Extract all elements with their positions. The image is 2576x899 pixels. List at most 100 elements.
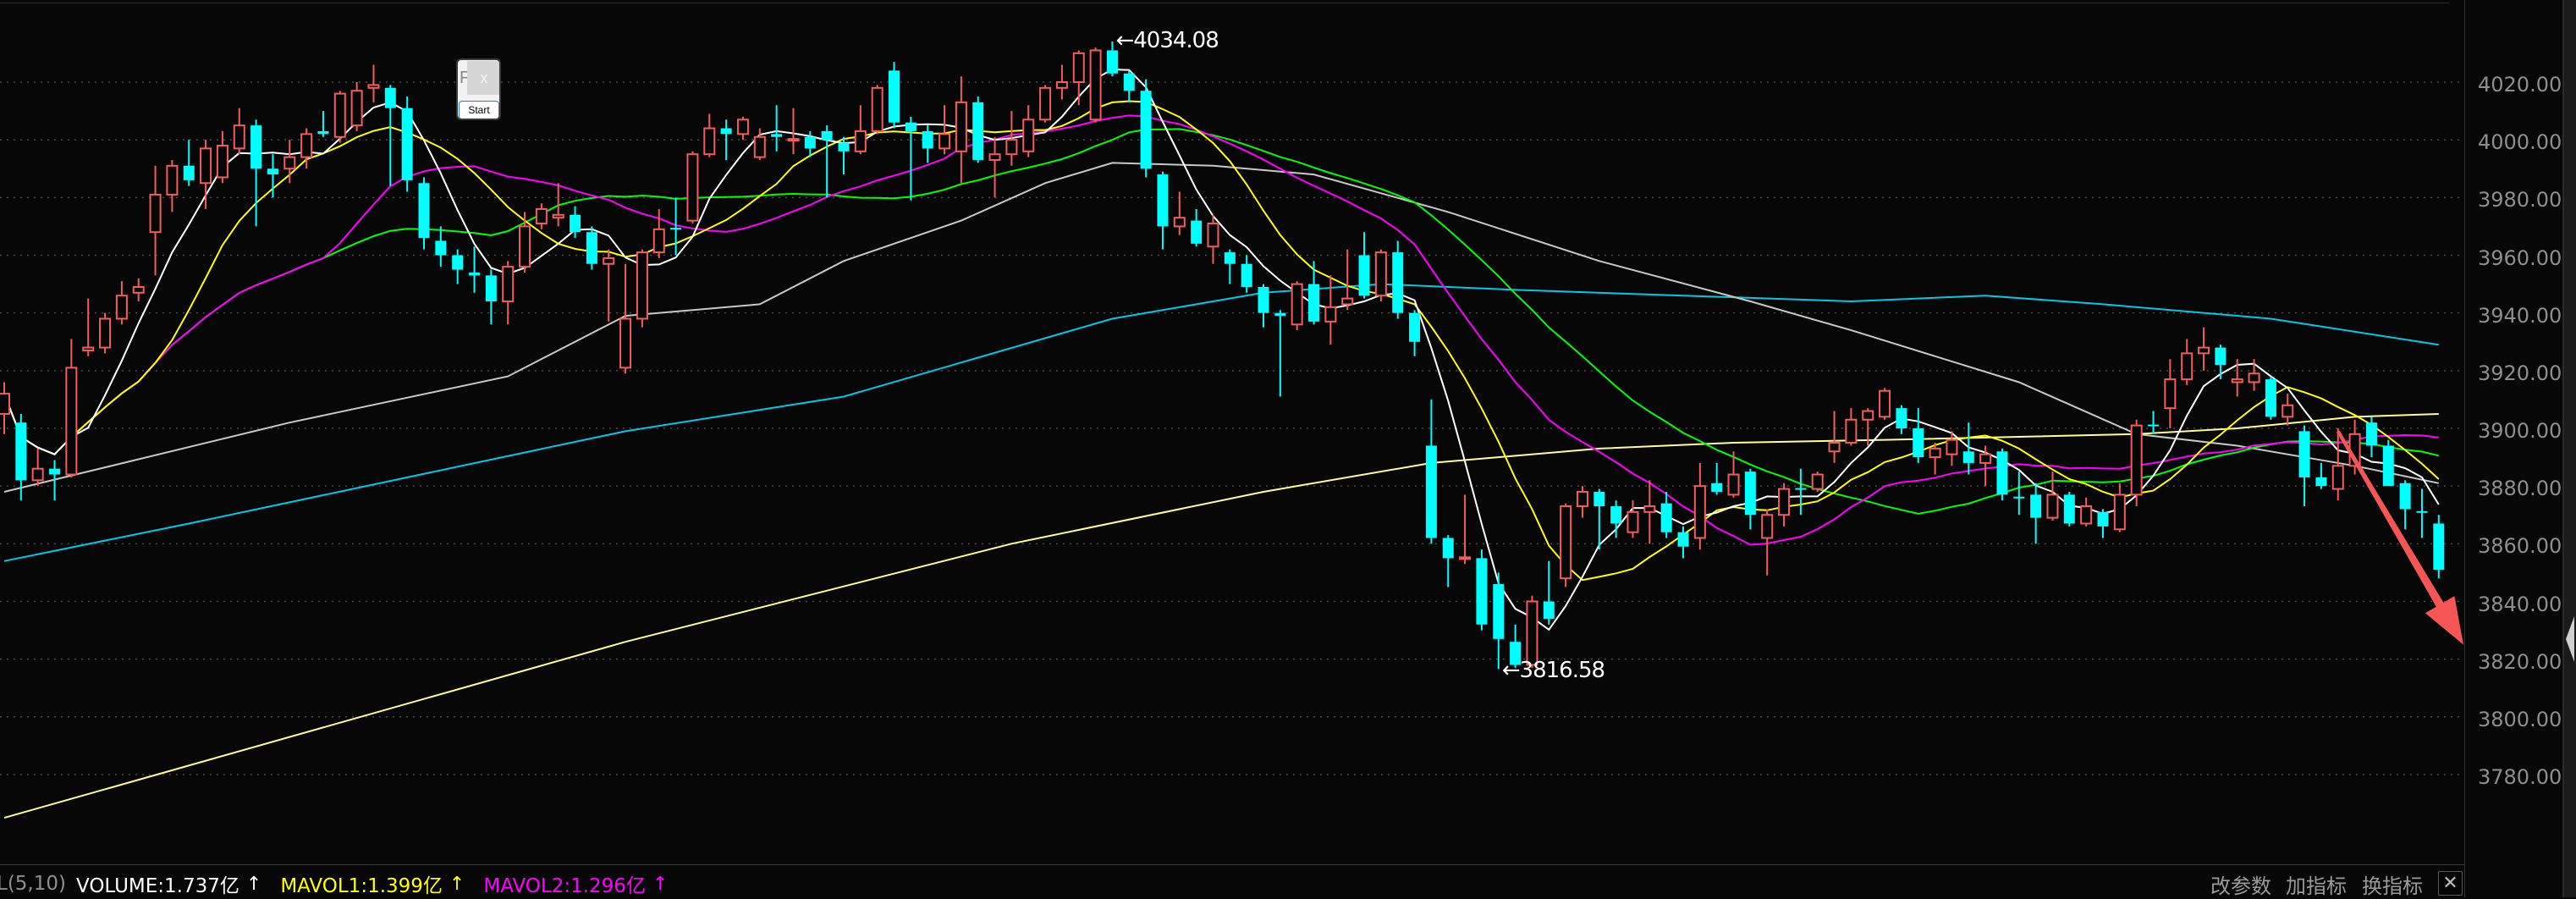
candle xyxy=(1929,443,1941,475)
candle xyxy=(2113,483,2126,532)
candle-body xyxy=(2198,346,2210,355)
candle xyxy=(905,116,916,201)
price-tick-label: 3980.00 xyxy=(2478,188,2562,212)
candle xyxy=(418,177,430,250)
price-tick-label: 3960.00 xyxy=(2478,245,2562,270)
indicator-separator xyxy=(0,864,2464,865)
candle xyxy=(435,226,447,267)
candle-body xyxy=(686,153,699,222)
candle-body xyxy=(753,135,766,158)
candle xyxy=(1291,281,1303,331)
candle xyxy=(1643,480,1656,544)
candle xyxy=(1140,79,1152,178)
candle xyxy=(854,105,867,155)
candle xyxy=(99,312,112,354)
candle-body xyxy=(1929,447,1941,459)
candle xyxy=(1476,549,1488,631)
candle-body xyxy=(771,134,783,137)
candle xyxy=(821,125,833,198)
candle-body xyxy=(1358,255,1370,296)
candle-body xyxy=(2365,422,2377,446)
candle-body xyxy=(200,147,212,185)
switch-indicator-button[interactable]: 换指标 xyxy=(2362,869,2423,899)
candle xyxy=(1173,191,1186,235)
candle-body xyxy=(804,136,816,149)
candle xyxy=(586,226,597,270)
candle xyxy=(1442,535,1454,587)
candle-body xyxy=(0,393,10,415)
price-tick-label: 3860.00 xyxy=(2478,534,2562,559)
candle xyxy=(1996,448,2008,501)
candle xyxy=(2298,425,2310,507)
candle xyxy=(2130,419,2143,507)
candle-body xyxy=(2080,505,2093,525)
candle-body xyxy=(972,102,984,161)
candle xyxy=(233,108,245,155)
candle xyxy=(1576,486,1588,518)
candle xyxy=(603,249,615,322)
start-button[interactable]: Start xyxy=(459,101,499,119)
candle-body xyxy=(1493,584,1505,639)
candle xyxy=(1711,462,1723,495)
candle-body xyxy=(1811,473,1824,490)
collapse-arrow-icon[interactable] xyxy=(2566,616,2574,662)
candle-body xyxy=(1459,556,1472,560)
candle-body xyxy=(1913,428,1924,458)
candle-body xyxy=(1140,91,1152,169)
candle-body xyxy=(1341,297,1354,306)
candle xyxy=(2399,480,2411,530)
candle-body xyxy=(871,86,883,132)
candle-body xyxy=(1610,506,1622,524)
candle-body xyxy=(149,193,162,234)
ma5-line xyxy=(3,68,2440,632)
add-indicator-button[interactable]: 加指标 xyxy=(2286,869,2347,899)
candle-body xyxy=(1089,49,1102,121)
candlestick-chart[interactable] xyxy=(0,0,2464,863)
candle-body xyxy=(938,133,951,150)
candle-body xyxy=(1392,252,1404,313)
candle-body xyxy=(1291,283,1303,326)
price-tick-label: 4000.00 xyxy=(2478,130,2562,155)
candle xyxy=(2433,515,2445,579)
candle-body xyxy=(1778,488,1791,516)
candle xyxy=(972,97,984,163)
candle-body xyxy=(2181,352,2193,381)
candle-body xyxy=(99,317,112,349)
candle xyxy=(2164,359,2177,428)
candle xyxy=(686,151,699,224)
candle xyxy=(1879,388,1891,420)
candle xyxy=(333,91,346,143)
price-tick-label: 3840.00 xyxy=(2478,592,2562,616)
mavol2-value: MAVOL2:1.296亿 xyxy=(483,875,646,897)
candle-body xyxy=(1761,514,1774,539)
candle-body xyxy=(1207,223,1219,248)
candle xyxy=(1913,408,1924,463)
candle-body xyxy=(1711,483,1723,492)
candle xyxy=(1828,411,1841,463)
candle-body xyxy=(1693,485,1706,539)
candle xyxy=(2080,497,2093,527)
high-price-label: 4034.08 xyxy=(1133,28,1219,53)
candle xyxy=(166,160,179,212)
candle xyxy=(871,85,883,135)
candle xyxy=(771,105,783,152)
candle-body xyxy=(183,165,195,180)
candle-body xyxy=(367,84,380,89)
candle-body xyxy=(1241,263,1252,287)
candle-body xyxy=(2097,511,2109,527)
candle xyxy=(82,298,95,356)
candle xyxy=(1207,214,1219,264)
candle xyxy=(485,269,497,325)
candle-body xyxy=(2265,379,2276,417)
candle-body xyxy=(1576,490,1588,508)
candle xyxy=(1392,240,1404,319)
candle xyxy=(938,105,951,155)
candle-body xyxy=(1560,505,1572,580)
candle xyxy=(1627,500,1639,538)
close-indicator-button[interactable]: ✕ xyxy=(2438,871,2463,896)
candle xyxy=(1660,491,1672,538)
candle xyxy=(0,382,10,434)
modify-params-button[interactable]: 改参数 xyxy=(2210,869,2271,899)
candle xyxy=(703,113,716,157)
candle xyxy=(250,119,262,227)
